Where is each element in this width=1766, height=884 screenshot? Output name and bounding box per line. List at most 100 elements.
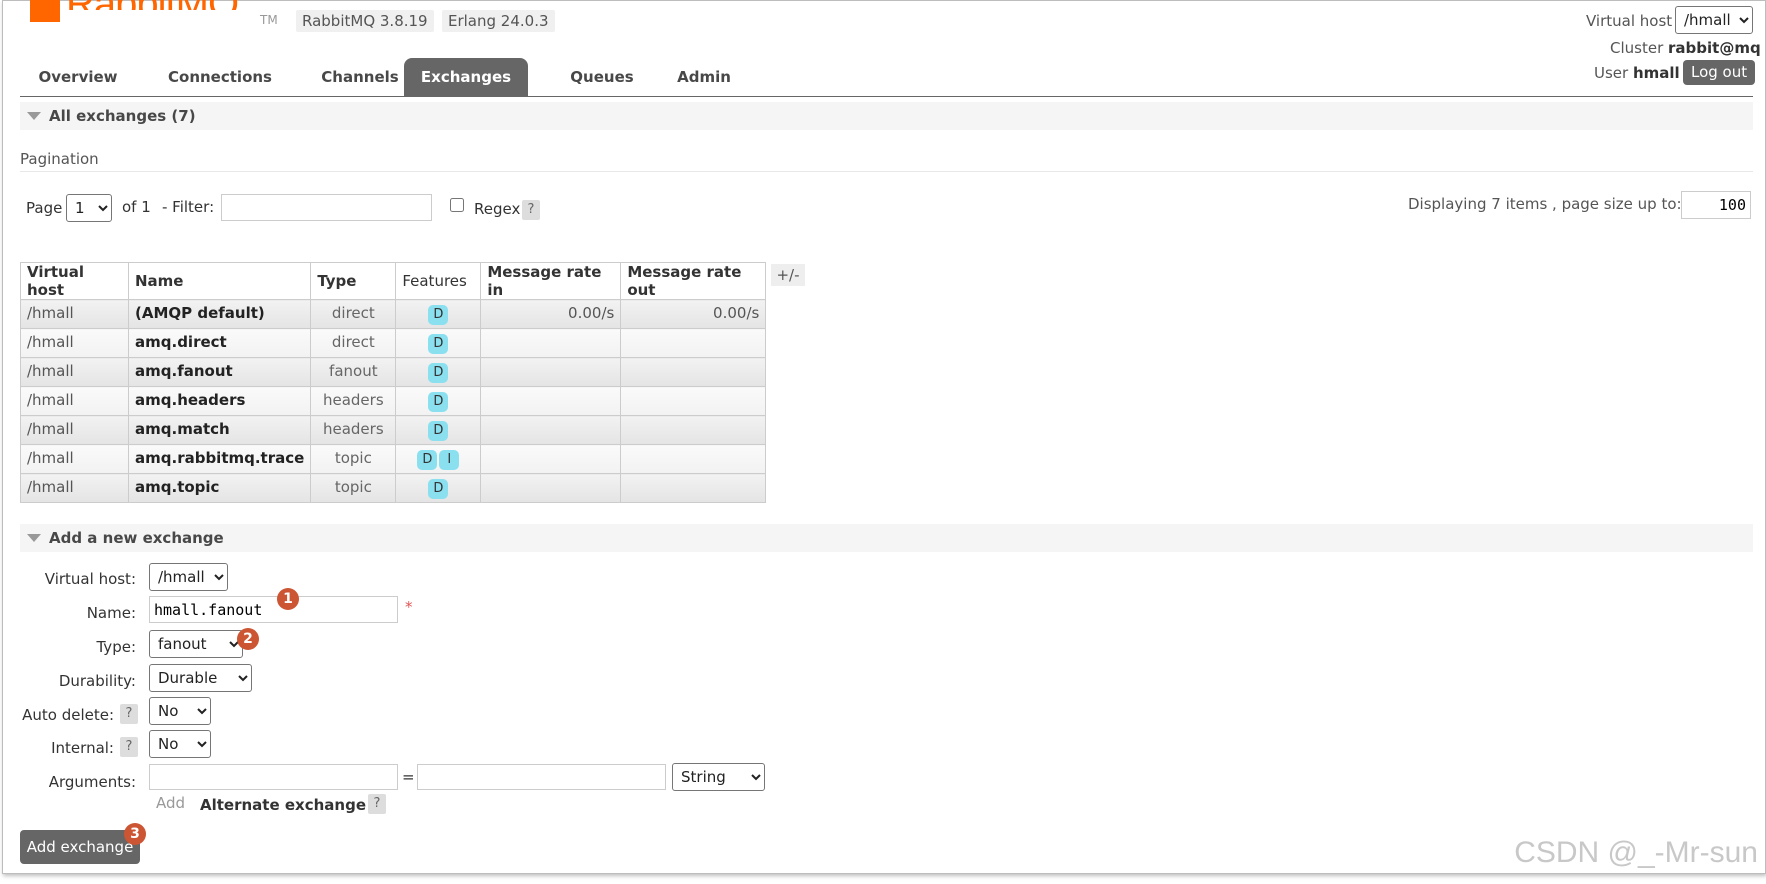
cell-vhost: /hmall — [20, 415, 129, 445]
vhost-field-label: Virtual host: — [44, 570, 136, 588]
cluster-info: Cluster rabbit@mq — [1610, 39, 1761, 57]
column-toggle-button[interactable]: +/- — [771, 264, 805, 286]
col-virtual-host: Virtual host — [20, 262, 129, 300]
internal-field-select[interactable]: No — [149, 730, 211, 758]
table-header-row: Virtual host Name Type Features Message … — [20, 262, 767, 300]
cell-rate-in — [480, 386, 622, 416]
cell-vhost: /hmall — [20, 473, 129, 503]
page-size-input[interactable] — [1681, 191, 1751, 219]
col-name[interactable]: Name — [127, 262, 312, 300]
filter-input[interactable] — [221, 194, 432, 221]
internal-field-label: Internal: — [51, 739, 114, 757]
argument-key-input[interactable] — [149, 764, 398, 790]
cell-rate-out — [620, 328, 767, 358]
exchange-name-link[interactable]: amq.rabbitmq.trace — [127, 444, 312, 474]
cluster-value: rabbit@mq — [1668, 39, 1761, 57]
auto-delete-help-button[interactable]: ? — [120, 704, 138, 724]
cell-features: D — [395, 357, 482, 387]
cell-type: headers — [310, 386, 397, 416]
add-argument-link[interactable]: Add — [156, 794, 185, 812]
cell-rate-in — [480, 328, 622, 358]
argument-type-select[interactable]: String — [672, 763, 765, 791]
exchange-name-link[interactable]: amq.direct — [127, 328, 312, 358]
cell-features: D — [395, 415, 482, 445]
argument-value-input[interactable] — [417, 764, 666, 790]
durability-field-select[interactable]: Durable — [149, 664, 252, 692]
durable-badge: D — [417, 450, 438, 470]
table-row[interactable]: /hmall amq.direct direct D — [20, 328, 767, 358]
exchange-name-link[interactable]: amq.topic — [127, 473, 312, 503]
step-marker-2: 2 — [237, 628, 259, 650]
exchange-name-link[interactable]: amq.headers — [127, 386, 312, 416]
table-row[interactable]: /hmall amq.topic topic D — [20, 473, 767, 503]
type-field-select[interactable]: fanout — [149, 630, 243, 658]
exchange-name-link[interactable]: amq.fanout — [127, 357, 312, 387]
col-type[interactable]: Type — [310, 262, 397, 300]
add-exchange-button[interactable]: Add exchange — [20, 830, 140, 864]
filter-label: - Filter: — [162, 198, 215, 216]
erlang-version-badge: Erlang 24.0.3 — [442, 10, 555, 32]
add-exchange-header[interactable]: Add a new exchange — [20, 524, 1753, 552]
cell-type: topic — [310, 473, 397, 503]
internal-badge: I — [439, 450, 460, 470]
tab-queues[interactable]: Queues — [538, 58, 666, 96]
regex-checkbox[interactable] — [450, 198, 464, 212]
cluster-label: Cluster — [1610, 39, 1664, 57]
col-features: Features — [395, 262, 482, 300]
all-exchanges-title: All exchanges (7) — [49, 107, 196, 125]
alternate-exchange-help-button[interactable]: ? — [368, 794, 386, 814]
collapse-triangle-icon — [27, 112, 41, 120]
table-row[interactable]: /hmall amq.rabbitmq.trace topic DI — [20, 444, 767, 474]
cell-vhost: /hmall — [20, 357, 129, 387]
of-pages-label: of 1 — [122, 198, 151, 216]
cell-type: fanout — [310, 357, 397, 387]
table-row[interactable]: /hmall amq.headers headers D — [20, 386, 767, 416]
internal-help-button[interactable]: ? — [120, 737, 138, 757]
regex-help-button[interactable]: ? — [522, 200, 540, 220]
exchange-name-link[interactable]: amq.match — [127, 415, 312, 445]
cell-type: direct — [310, 328, 397, 358]
table-row[interactable]: /hmall amq.fanout fanout D — [20, 357, 767, 387]
tab-overview[interactable]: Overview — [20, 58, 136, 96]
alternate-exchange-link[interactable]: Alternate exchange — [200, 796, 366, 814]
cell-rate-out — [620, 357, 767, 387]
exchange-name-link[interactable]: (AMQP default) — [127, 299, 312, 329]
cell-rate-in — [480, 415, 622, 445]
cell-features: D — [395, 299, 482, 329]
virtual-host-select[interactable]: /hmall — [1675, 6, 1753, 34]
auto-delete-field-select[interactable]: No — [149, 697, 211, 725]
durability-field-label: Durability: — [58, 672, 136, 690]
cell-rate-in — [480, 444, 622, 474]
cell-features: DI — [395, 444, 482, 474]
cell-features: D — [395, 328, 482, 358]
tab-connections[interactable]: Connections — [146, 58, 294, 96]
durable-badge: D — [428, 305, 449, 325]
cell-rate-in: 0.00/s — [480, 299, 622, 329]
tab-exchanges[interactable]: Exchanges — [404, 58, 528, 96]
col-rate-out[interactable]: Message rate out — [620, 262, 767, 300]
type-field-label: Type: — [96, 638, 136, 656]
all-exchanges-header[interactable]: All exchanges (7) — [20, 102, 1753, 130]
add-exchange-title: Add a new exchange — [49, 529, 224, 547]
page-label: Page — [26, 199, 63, 217]
col-rate-in[interactable]: Message rate in — [480, 262, 622, 300]
collapse-triangle-icon — [27, 534, 41, 542]
arguments-field-label: Arguments: — [48, 773, 136, 791]
cell-rate-in — [480, 357, 622, 387]
tab-admin[interactable]: Admin — [654, 58, 754, 96]
table-row[interactable]: /hmall (AMQP default) direct D 0.00/s 0.… — [20, 299, 767, 329]
step-marker-3: 3 — [124, 823, 146, 845]
cell-features: D — [395, 386, 482, 416]
pagination-label: Pagination — [20, 150, 99, 168]
page-select[interactable]: 1 — [66, 194, 112, 222]
cell-vhost: /hmall — [20, 299, 129, 329]
cell-rate-out — [620, 386, 767, 416]
vhost-field-select[interactable]: /hmall — [149, 563, 228, 591]
durable-badge: D — [428, 479, 449, 499]
table-row[interactable]: /hmall amq.match headers D — [20, 415, 767, 445]
durable-badge: D — [428, 334, 449, 354]
cell-features: D — [395, 473, 482, 503]
main-tabs: Overview Connections Channels Exchanges … — [20, 58, 1753, 97]
durable-badge: D — [428, 392, 449, 412]
name-field-input[interactable] — [149, 596, 398, 623]
